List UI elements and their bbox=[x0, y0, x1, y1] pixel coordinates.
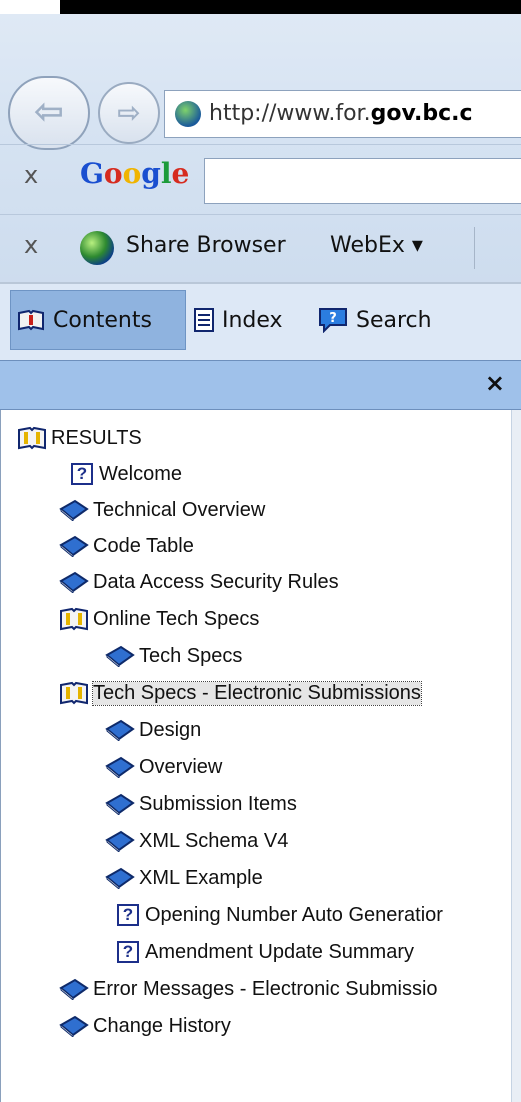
index-icon bbox=[194, 308, 214, 332]
forward-button[interactable]: ⇨ bbox=[98, 82, 160, 144]
tree-item[interactable]: ? Welcome bbox=[71, 456, 182, 492]
share-browser-button[interactable]: Share Browser bbox=[126, 233, 286, 258]
closed-book-icon bbox=[59, 1015, 93, 1037]
share-browser-icon bbox=[80, 231, 114, 265]
help-page-icon: ? bbox=[117, 904, 145, 926]
tree-item[interactable]: RESULTS bbox=[17, 420, 142, 456]
tree-item[interactable]: Code Table bbox=[59, 528, 194, 564]
help-page-icon: ? bbox=[71, 463, 99, 485]
closed-book-icon bbox=[105, 867, 139, 889]
tree-item[interactable]: Overview bbox=[105, 749, 222, 785]
tree-item[interactable]: Tech Specs - Electronic Submissions bbox=[59, 675, 422, 711]
open-book-icon bbox=[59, 681, 93, 705]
url-text: http://www.for.gov.bc.c bbox=[209, 101, 473, 126]
tree-item-label: Error Messages - Electronic Submissio bbox=[93, 977, 438, 1000]
tree-item[interactable]: Error Messages - Electronic Submissio bbox=[59, 971, 438, 1007]
tree-item-label: Data Access Security Rules bbox=[93, 570, 339, 593]
closed-book-icon bbox=[105, 645, 139, 667]
tree-item-label: Tech Specs bbox=[139, 644, 243, 667]
window-edge bbox=[0, 0, 60, 14]
tree-item[interactable]: Online Tech Specs bbox=[59, 601, 259, 637]
tree-item[interactable]: Change History bbox=[59, 1008, 231, 1044]
tree-scrollbar[interactable] bbox=[511, 410, 521, 1102]
closed-book-icon bbox=[59, 499, 93, 521]
closed-book-icon bbox=[59, 978, 93, 1000]
address-bar[interactable]: http://www.for.gov.bc.c bbox=[164, 90, 521, 138]
google-logo: Google bbox=[80, 157, 190, 190]
toolbar-divider bbox=[474, 227, 475, 269]
tree-item-label: XML Schema V4 bbox=[139, 829, 289, 852]
open-book-icon bbox=[59, 607, 93, 631]
tree-item[interactable]: ? Opening Number Auto Generatior bbox=[117, 897, 443, 933]
tree-item-label: RESULTS bbox=[51, 426, 142, 449]
back-button[interactable]: ⇦ bbox=[8, 76, 90, 150]
closed-book-icon bbox=[105, 756, 139, 778]
tab-contents-label: Contents bbox=[53, 307, 152, 333]
tree-item-label: Technical Overview bbox=[93, 498, 266, 521]
tree-item-label: Design bbox=[139, 718, 202, 741]
tree-item-label: Change History bbox=[93, 1014, 231, 1037]
tab-search[interactable]: ? Search bbox=[318, 290, 458, 350]
tree-item-label: Welcome bbox=[99, 462, 182, 485]
tree-item-label: Opening Number Auto Generatior bbox=[145, 903, 443, 926]
title-bar bbox=[60, 0, 521, 14]
closed-book-icon bbox=[105, 793, 139, 815]
tree-item-label: XML Example bbox=[139, 866, 263, 889]
webex-toolbar: x Share Browser WebEx ▾ bbox=[0, 214, 521, 281]
svg-text:?: ? bbox=[329, 311, 337, 326]
tree-item[interactable]: Submission Items bbox=[105, 786, 297, 822]
tree-item[interactable]: ? Amendment Update Summary bbox=[117, 934, 414, 970]
close-panel-icon[interactable]: × bbox=[485, 369, 505, 397]
close-toolbar-icon[interactable]: x bbox=[24, 161, 38, 189]
site-globe-icon bbox=[175, 101, 201, 127]
tree-item[interactable]: XML Schema V4 bbox=[105, 823, 288, 859]
back-arrow-icon: ⇦ bbox=[33, 91, 65, 133]
tree-item-label: Online Tech Specs bbox=[93, 607, 260, 630]
contents-tree: RESULTS? Welcome Technical Overview Code Ta… bbox=[0, 410, 513, 1102]
closed-book-icon bbox=[105, 719, 139, 741]
tree-item-label: Tech Specs - Electronic Submissions bbox=[92, 680, 422, 706]
tree-item[interactable]: Data Access Security Rules bbox=[59, 564, 339, 600]
contents-book-icon bbox=[18, 309, 44, 331]
closed-book-icon bbox=[59, 535, 93, 557]
tree-item[interactable]: Design bbox=[105, 712, 201, 748]
tab-contents[interactable]: Contents bbox=[10, 290, 186, 350]
tab-search-label: Search bbox=[356, 307, 432, 333]
contents-panel-header: × bbox=[0, 360, 521, 410]
tree-item[interactable]: Technical Overview bbox=[59, 492, 265, 528]
forward-arrow-icon: ⇨ bbox=[117, 95, 141, 129]
close-toolbar-icon[interactable]: x bbox=[24, 231, 38, 259]
tree-item-label: Submission Items bbox=[139, 792, 297, 815]
tree-item-label: Overview bbox=[139, 755, 223, 778]
tree-item[interactable]: Tech Specs bbox=[105, 638, 242, 674]
tab-index-label: Index bbox=[222, 307, 283, 333]
help-nav-tabs: Contents Index ? Search bbox=[0, 282, 521, 360]
tree-item[interactable]: XML Example bbox=[105, 860, 263, 896]
open-book-icon bbox=[17, 426, 51, 450]
search-help-icon: ? bbox=[319, 308, 347, 333]
closed-book-icon bbox=[105, 830, 139, 852]
tab-index[interactable]: Index bbox=[194, 290, 314, 350]
google-search-input[interactable] bbox=[204, 158, 521, 204]
tree-item-label: Amendment Update Summary bbox=[145, 940, 415, 963]
webex-dropdown[interactable]: WebEx ▾ bbox=[330, 233, 423, 258]
tree-item-label: Code Table bbox=[93, 534, 194, 557]
closed-book-icon bbox=[59, 571, 93, 593]
help-page-icon: ? bbox=[117, 941, 145, 963]
